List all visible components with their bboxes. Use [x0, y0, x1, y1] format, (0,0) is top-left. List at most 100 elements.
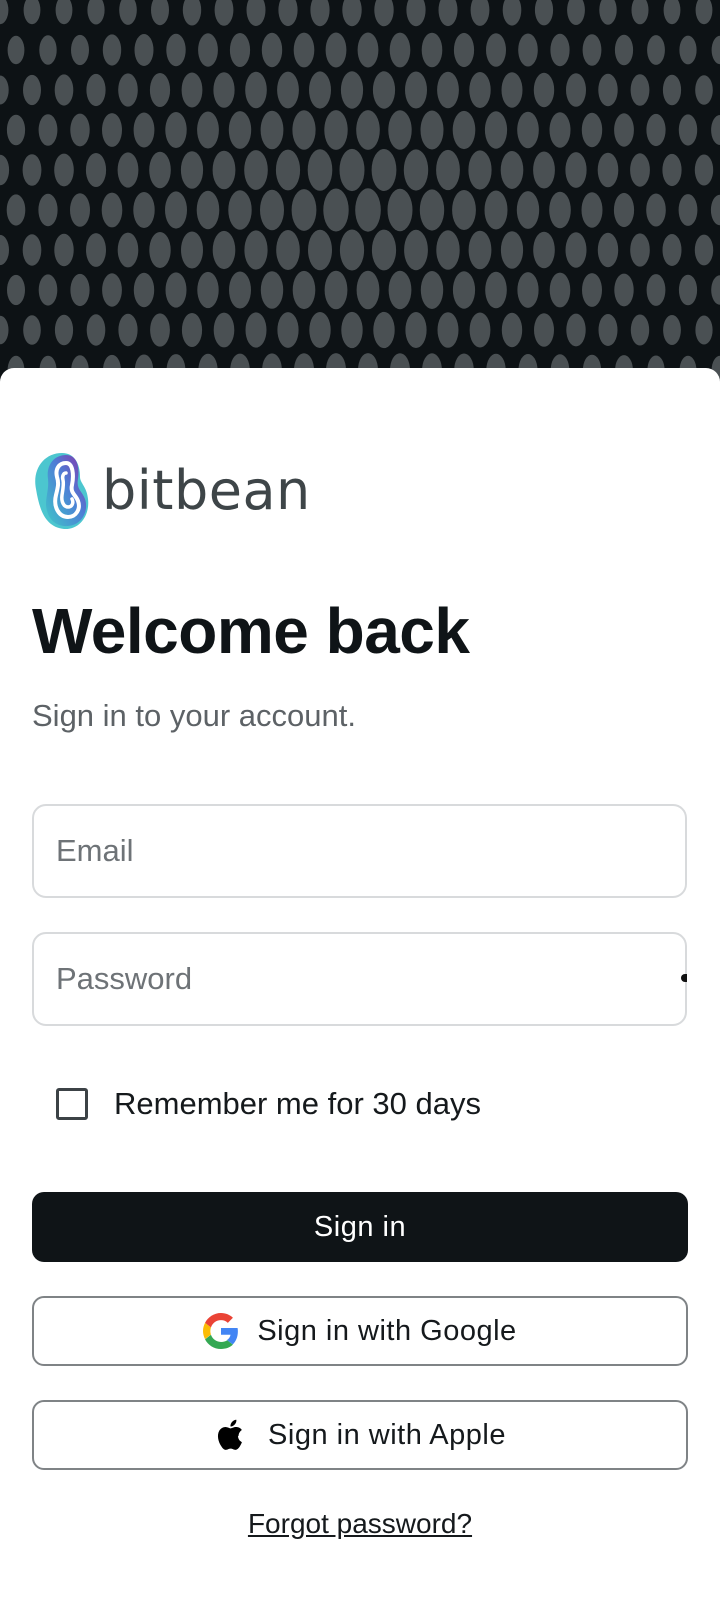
pattern-dot	[678, 274, 698, 306]
pattern-dot	[355, 188, 381, 232]
page-title: Welcome back	[32, 595, 470, 667]
pattern-dot	[597, 232, 619, 268]
pattern-dot	[678, 114, 698, 146]
pattern-dot	[118, 313, 138, 347]
pattern-dot	[565, 152, 587, 188]
password-field[interactable]	[34, 934, 685, 1024]
pattern-dot	[0, 154, 10, 186]
pattern-dot	[711, 115, 720, 145]
pattern-dot	[39, 35, 57, 65]
pattern-dot	[581, 192, 603, 228]
pattern-dot	[694, 234, 714, 266]
pattern-dot	[710, 194, 720, 226]
pattern-dot	[646, 113, 666, 147]
pattern-dot	[277, 71, 299, 109]
pattern-dot	[630, 74, 650, 106]
pattern-dot	[228, 111, 252, 149]
remember-me-label[interactable]: Remember me for 30 days	[114, 1086, 481, 1122]
pattern-dot	[420, 271, 444, 309]
pattern-dot	[453, 32, 475, 68]
pattern-dot	[197, 111, 219, 149]
pattern-dot	[484, 111, 508, 149]
pattern-dot	[403, 149, 429, 191]
pattern-dot	[213, 72, 235, 108]
pattern-dot	[151, 0, 169, 26]
password-field-container	[32, 932, 687, 1026]
forgot-password-link[interactable]: Forgot password?	[248, 1508, 472, 1539]
pattern-dot	[71, 34, 89, 66]
pattern-dot	[371, 229, 397, 271]
pattern-dot	[678, 194, 698, 226]
pattern-dot	[373, 311, 395, 349]
bitbean-logo-icon	[35, 453, 89, 530]
login-card: bitbean Welcome back Sign in to your acc…	[0, 368, 720, 1624]
pattern-dot	[0, 75, 9, 105]
pattern-dot	[275, 149, 301, 191]
pattern-dot	[6, 114, 26, 146]
pattern-dot	[291, 189, 317, 231]
pattern-dot	[38, 114, 58, 146]
pattern-dot	[133, 272, 155, 308]
pattern-dot	[534, 0, 554, 26]
pattern-dot	[212, 230, 236, 270]
pattern-dot	[165, 191, 187, 229]
pattern-dot	[324, 270, 348, 310]
pattern-dot	[468, 150, 492, 190]
pattern-dot	[371, 149, 397, 191]
pattern-dot	[468, 230, 492, 270]
pattern-dot	[117, 232, 139, 268]
pattern-dot	[533, 231, 555, 269]
pattern-dot	[630, 233, 650, 267]
pattern-dot	[534, 313, 554, 347]
pattern-dot	[567, 0, 585, 25]
sign-in-google-button[interactable]: Sign in with Google	[32, 1296, 688, 1366]
email-field[interactable]	[34, 806, 685, 896]
pattern-dot	[485, 271, 507, 309]
pattern-dot	[182, 0, 202, 26]
pattern-dot	[23, 315, 41, 345]
pattern-dot	[70, 273, 90, 307]
pattern-dot	[260, 189, 284, 231]
pattern-dot	[117, 152, 139, 188]
pattern-dot	[165, 112, 187, 148]
google-icon	[203, 1313, 239, 1349]
pattern-dot	[341, 311, 363, 349]
show-password-icon[interactable]	[681, 974, 687, 982]
pattern-dot	[438, 0, 458, 27]
sign-in-apple-label: Sign in with Apple	[268, 1418, 506, 1451]
pattern-dot	[7, 35, 25, 65]
pattern-dot	[566, 313, 586, 347]
pattern-dot	[323, 188, 349, 232]
pattern-dot	[518, 33, 538, 67]
sign-in-apple-button[interactable]: Sign in with Apple	[32, 1400, 688, 1470]
pattern-dot	[196, 190, 220, 230]
pattern-dot	[582, 34, 602, 66]
dot-pattern	[0, 0, 720, 400]
pattern-dot	[276, 230, 300, 270]
pattern-dot	[102, 273, 122, 307]
pattern-dot	[86, 73, 106, 107]
pattern-dot	[86, 233, 106, 267]
pattern-dot	[0, 234, 9, 266]
pattern-dot	[517, 111, 539, 149]
pattern-dot	[342, 0, 362, 27]
pattern-dot	[85, 153, 107, 187]
remember-me-row[interactable]: Remember me for 30 days	[56, 1084, 481, 1124]
page-subtitle: Sign in to your account.	[32, 698, 356, 733]
pattern-dot	[229, 271, 251, 309]
pattern-dot	[501, 312, 523, 348]
brand-logo: bitbean	[32, 448, 311, 532]
pattern-dot	[452, 190, 476, 230]
login-screen: bitbean Welcome back Sign in to your acc…	[0, 0, 720, 1624]
remember-me-checkbox[interactable]	[56, 1088, 88, 1120]
apple-icon	[217, 1419, 242, 1450]
pattern-dot	[695, 0, 713, 25]
pattern-dot	[646, 193, 666, 227]
pattern-dot	[598, 314, 618, 346]
pattern-dot	[388, 110, 412, 150]
pattern-dot	[308, 229, 332, 271]
sign-in-button[interactable]: Sign in	[32, 1192, 688, 1262]
pattern-dot	[500, 151, 524, 189]
pattern-dot	[181, 231, 203, 269]
pattern-dot	[118, 73, 138, 107]
